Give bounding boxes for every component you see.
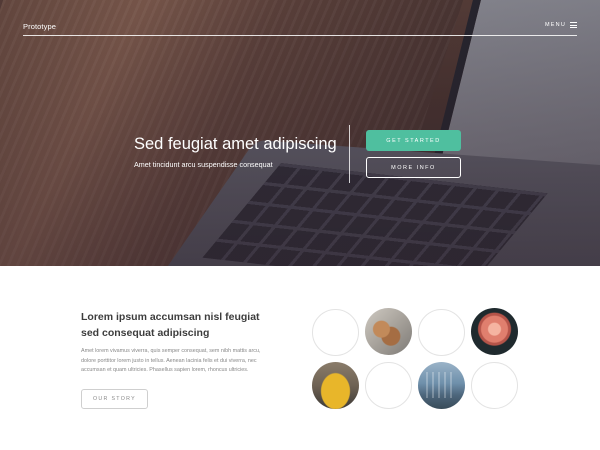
- about-title-line: Lorem ipsum accumsan nisl feugiat: [81, 311, 260, 323]
- gallery-empty-circle[interactable]: [312, 309, 359, 356]
- menu-label: MENU: [545, 22, 566, 28]
- about-body-line: accumsan et quam ultricies. Phasellus sa…: [81, 367, 249, 374]
- hero-section: Prototype MENU Sed feugiat amet adipisci…: [0, 0, 600, 266]
- our-story-button[interactable]: OUR STORY: [81, 389, 148, 409]
- more-info-button[interactable]: MORE INFO: [366, 157, 461, 178]
- menu-button[interactable]: MENU: [545, 22, 577, 28]
- hero-title: Sed feugiat amet adipiscing: [134, 135, 337, 153]
- get-started-button[interactable]: GET STARTED: [366, 130, 461, 151]
- gallery-empty-circle[interactable]: [471, 362, 518, 409]
- gallery-building-photo[interactable]: [418, 362, 465, 409]
- gallery-shoes-photo[interactable]: [365, 308, 412, 355]
- gallery-empty-circle[interactable]: [418, 309, 465, 356]
- top-navigation: Prototype MENU: [23, 0, 577, 36]
- hamburger-icon: [570, 22, 577, 28]
- about-body-line: dolore porttitor lorem justo in tellus. …: [81, 357, 257, 364]
- gallery-flower-photo[interactable]: [471, 308, 518, 355]
- gallery-taxi-photo[interactable]: [312, 362, 359, 409]
- about-title: Lorem ipsum accumsan nisl feugiat sed co…: [81, 309, 301, 341]
- site-logo[interactable]: Prototype: [23, 22, 56, 31]
- about-body-line: Amet lorem vivamus viverra, quis semper …: [81, 348, 261, 354]
- hero-divider: [349, 125, 350, 183]
- hero-overlay: [0, 0, 600, 266]
- about-body: Amet lorem vivamus viverra, quis semper …: [81, 347, 306, 376]
- about-title-line: sed consequat adipiscing: [81, 327, 210, 339]
- gallery-empty-circle[interactable]: [365, 362, 412, 409]
- hero-subtitle: Amet tincidunt arcu suspendisse consequa…: [134, 160, 273, 169]
